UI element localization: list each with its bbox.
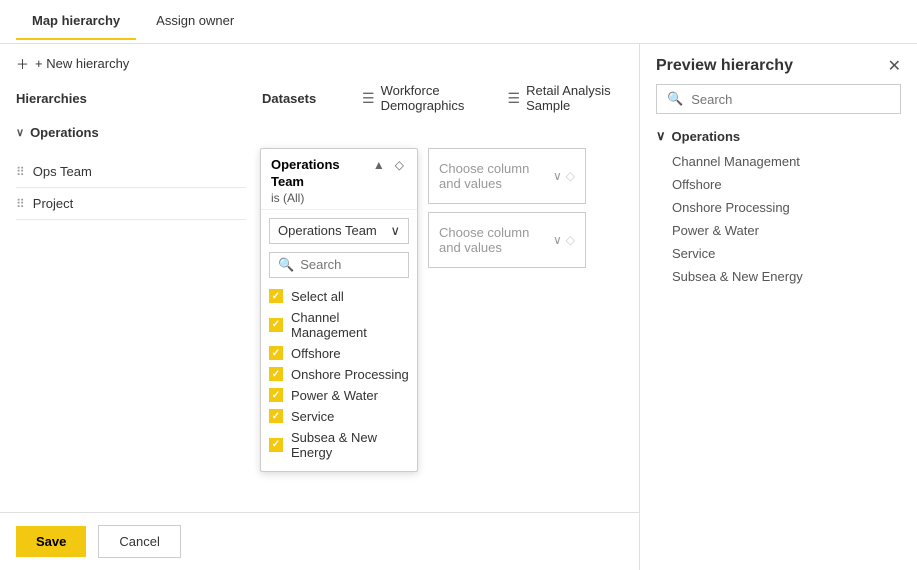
tab-assign-owner[interactable]: Assign owner [140,3,250,40]
right-panel: Preview hierarchy ✕ 🔍 ∨ Operations Chann… [640,44,917,570]
preview-search-box: 🔍 [656,84,901,114]
diamond-icon-card2[interactable]: ◇ [566,233,575,247]
filter-option-service[interactable]: Service [269,406,409,427]
filter-option-onshore[interactable]: Onshore Processing [269,364,409,385]
choose-card-1[interactable]: Choose column and values ∨ ◇ [428,148,586,204]
filter-popup-title: Operations Team [271,157,370,191]
filter-close-icon[interactable]: ◇ [392,157,407,173]
filter-dropdown-value: Operations Team [278,223,377,238]
filter-option-select-all[interactable]: Select all [269,286,409,307]
dataset-label-2: Retail Analysis Sample [526,83,615,113]
filter-option-label-select-all: Select all [291,289,344,304]
left-panel: ＋ + New hierarchy Hierarchies Datasets ☰… [0,44,640,570]
new-hierarchy-button[interactable]: ＋ + New hierarchy [0,44,639,83]
filter-column-dropdown[interactable]: Operations Team ∨ [269,218,409,244]
preview-title: Preview hierarchy [656,57,793,75]
choose-columns-area: Choose column and values ∨ ◇ Choose colu… [428,148,586,268]
preview-tree: ∨ Operations Channel Management Offshore… [640,122,917,570]
checkbox-channel[interactable] [269,318,283,332]
diamond-icon-card1[interactable]: ◇ [566,169,575,183]
top-area: Hierarchies Datasets ☰ Workforce Demogra… [0,83,639,113]
filter-option-channel[interactable]: Channel Management [269,307,409,343]
filter-option-label-power: Power & Water [291,388,378,403]
choose-card-1-actions: ∨ ◇ [553,169,575,183]
filter-popup-header: Operations Team is (All) ▲ ◇ [261,149,417,210]
checkbox-onshore[interactable] [269,367,283,381]
filter-option-label-subsea: Subsea & New Energy [291,430,409,460]
filter-options-list: Select all Channel Management Offshore [261,282,417,471]
filter-search-box: 🔍 [269,252,409,278]
save-button[interactable]: Save [16,526,86,557]
checkbox-offshore[interactable] [269,346,283,360]
checkbox-select-all[interactable] [269,289,283,303]
dataset-workforce: ☰ Workforce Demographics [362,83,480,113]
choose-card-2-actions: ∨ ◇ [553,233,575,247]
tree-section-operations[interactable]: ∨ Operations [656,122,901,150]
hierarchies-section: ∨ Operations ⠿ Ops Team ⠿ Project [0,117,639,512]
hierarchy-item-ops-team: ⠿ Ops Team [16,156,246,188]
filter-popup-subtitle: is (All) [271,191,370,205]
tree-item-power: Power & Water [656,219,901,242]
new-hierarchy-label: + New hierarchy [35,56,129,71]
choose-card-label-2: Choose column and values [439,225,553,255]
filter-popup: Operations Team is (All) ▲ ◇ Operations … [260,148,418,472]
choose-card-2[interactable]: Choose column and values ∨ ◇ [428,212,586,268]
filter-option-label-channel: Channel Management [291,310,409,340]
tree-item-subsea: Subsea & New Energy [656,265,901,288]
tree-item-onshore: Onshore Processing [656,196,901,219]
cancel-button[interactable]: Cancel [98,525,180,558]
checkbox-subsea[interactable] [269,438,283,452]
datasets-label: Datasets [262,91,342,106]
dataset-icon-1: ☰ [362,90,375,107]
tab-map-hierarchy[interactable]: Map hierarchy [16,3,136,40]
filter-option-offshore[interactable]: Offshore [269,343,409,364]
main-container: ＋ + New hierarchy Hierarchies Datasets ☰… [0,44,917,570]
chevron-down-icon: ∨ [16,126,24,139]
header-tabs: Map hierarchy Assign owner [0,0,917,44]
hierarchy-content: ⠿ Ops Team ⠿ Project Operations Team is … [0,148,639,228]
checkbox-service[interactable] [269,409,283,423]
dataset-retail: ☰ Retail Analysis Sample [508,83,615,113]
hierarchy-item-project: ⠿ Project [16,188,246,220]
search-icon-filter: 🔍 [278,257,294,273]
operations-label: Operations [30,125,99,140]
hierarchy-item-label-2: Project [33,196,73,211]
hierarchy-item-label-1: Ops Team [33,164,92,179]
filter-popup-title-block: Operations Team is (All) [271,157,370,205]
tree-section-label: Operations [672,129,741,144]
hierarchies-label: Hierarchies [16,91,246,106]
footer: Save Cancel [0,512,639,570]
tree-item-channel: Channel Management [656,150,901,173]
operations-section-header[interactable]: ∨ Operations [0,117,639,148]
chevron-down-icon-tree: ∨ [656,128,666,144]
drag-handle-2[interactable]: ⠿ [16,197,25,211]
filter-popup-actions: ▲ ◇ [370,157,407,173]
tree-item-offshore: Offshore [656,173,901,196]
tree-item-service: Service [656,242,901,265]
hierarchy-items-list: ⠿ Ops Team ⠿ Project [16,156,246,220]
dataset-icon-2: ☰ [508,90,521,107]
filter-move-up-icon[interactable]: ▲ [370,157,388,173]
checkbox-power[interactable] [269,388,283,402]
preview-search-input[interactable] [691,92,890,107]
close-icon[interactable]: ✕ [888,56,901,76]
filter-option-label-service: Service [291,409,334,424]
chevron-down-icon-dropdown: ∨ [390,223,400,239]
filter-option-power[interactable]: Power & Water [269,385,409,406]
filter-option-label-offshore: Offshore [291,346,341,361]
filter-search-input[interactable] [300,257,400,272]
filter-option-label-onshore: Onshore Processing [291,367,409,382]
chevron-down-icon-card1[interactable]: ∨ [553,169,562,183]
dataset-label-1: Workforce Demographics [381,83,480,113]
filter-option-subsea[interactable]: Subsea & New Energy [269,427,409,463]
drag-handle-1[interactable]: ⠿ [16,165,25,179]
plus-icon: ＋ [16,54,29,73]
choose-card-label-1: Choose column and values [439,161,553,191]
search-icon-preview: 🔍 [667,91,683,107]
chevron-down-icon-card2[interactable]: ∨ [553,233,562,247]
preview-header: Preview hierarchy ✕ [640,44,917,84]
